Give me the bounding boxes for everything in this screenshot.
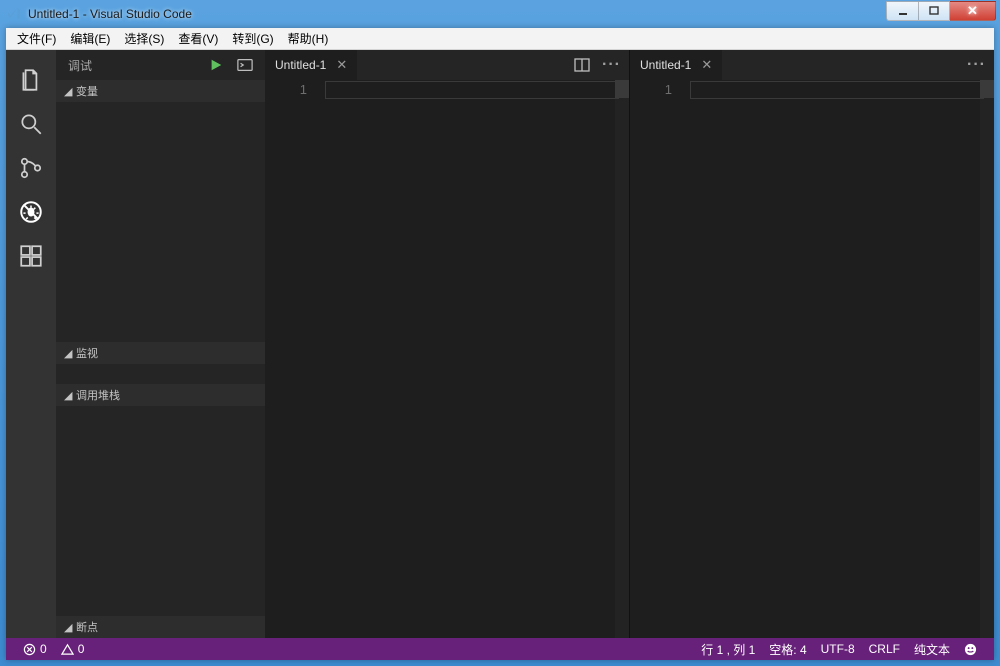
status-encoding[interactable]: UTF-8 [814,642,862,656]
section-variables-header[interactable]: ◢变量 [56,80,265,102]
section-watch-header[interactable]: ◢监视 [56,342,265,364]
window-maximize-button[interactable] [918,1,950,21]
menu-help[interactable]: 帮助(H) [281,28,336,49]
editor2-more-icon[interactable]: ··· [967,56,986,74]
section-callstack-body [56,406,265,616]
editor1-current-line [325,81,619,99]
activity-extensions[interactable] [6,234,56,278]
editor1-line-number: 1 [265,82,307,97]
status-language[interactable]: 纯文本 [907,641,957,658]
status-position[interactable]: 行 1 , 列 1 [694,641,762,658]
debug-start-button[interactable] [209,58,223,72]
split-editor-icon[interactable] [574,57,590,73]
section-breakpoints-header[interactable]: ◢断点 [56,616,265,638]
debug-sidebar: 调试 ◢变量 ◢监视 ◢调用堆栈 ◢断点 [56,50,265,638]
editor2-tab-close-icon[interactable]: ✕ [701,57,712,73]
activity-debug[interactable] [6,190,56,234]
status-indent[interactable]: 空格: 4 [762,641,813,658]
editor2-line-number: 1 [630,82,672,97]
editor1-tab-label: Untitled-1 [275,58,326,72]
sidebar-header: 调试 [56,50,265,80]
editor-group-2: Untitled-1 ✕ ··· 1 [629,50,994,638]
activity-bar [6,50,56,638]
activity-search[interactable] [6,102,56,146]
window-title: Untitled-1 - Visual Studio Code [28,7,192,21]
editor1-tab[interactable]: Untitled-1 ✕ [265,50,358,80]
warning-icon [61,643,74,656]
editor-group-1: Untitled-1 ✕ ··· 1 [265,50,629,638]
debug-console-button[interactable] [237,58,253,72]
window-close-button[interactable]: ✕ [950,1,996,21]
status-feedback-icon[interactable] [957,643,984,656]
section-watch-body [56,364,265,384]
editor1-more-icon[interactable]: ··· [602,56,621,74]
error-icon [23,643,36,656]
menu-bar: 文件(F) 编辑(E) 选择(S) 查看(V) 转到(G) 帮助(H) [6,28,994,50]
editor1-scrollbar[interactable] [615,80,629,638]
menu-view[interactable]: 查看(V) [171,28,225,49]
activity-explorer[interactable] [6,58,56,102]
window-titlebar[interactable]: Untitled-1 - Visual Studio Code ✕ [0,0,1000,28]
editor2-current-line [690,81,984,99]
editor1-view[interactable]: 1 [265,80,629,638]
editor2-view[interactable]: 1 [630,80,994,638]
menu-edit[interactable]: 编辑(E) [63,28,117,49]
menu-selection[interactable]: 选择(S) [117,28,171,49]
editor2-scrollbar[interactable] [980,80,994,638]
vscode-logo-icon [6,6,22,22]
editor2-tab[interactable]: Untitled-1 ✕ [630,50,723,80]
editor1-tab-close-icon[interactable]: ✕ [336,57,347,73]
menu-go[interactable]: 转到(G) [225,28,280,49]
menu-file[interactable]: 文件(F) [10,28,63,49]
status-warnings[interactable]: 0 [54,642,92,656]
window-minimize-button[interactable] [886,1,918,21]
activity-scm[interactable] [6,146,56,190]
status-eol[interactable]: CRLF [862,642,907,656]
section-callstack-header[interactable]: ◢调用堆栈 [56,384,265,406]
sidebar-title: 调试 [68,57,92,74]
section-variables-body [56,102,265,342]
status-errors[interactable]: 0 [16,642,54,656]
status-bar: 0 0 行 1 , 列 1 空格: 4 UTF-8 CRLF 纯文本 [6,638,994,660]
editor2-tab-label: Untitled-1 [640,58,691,72]
